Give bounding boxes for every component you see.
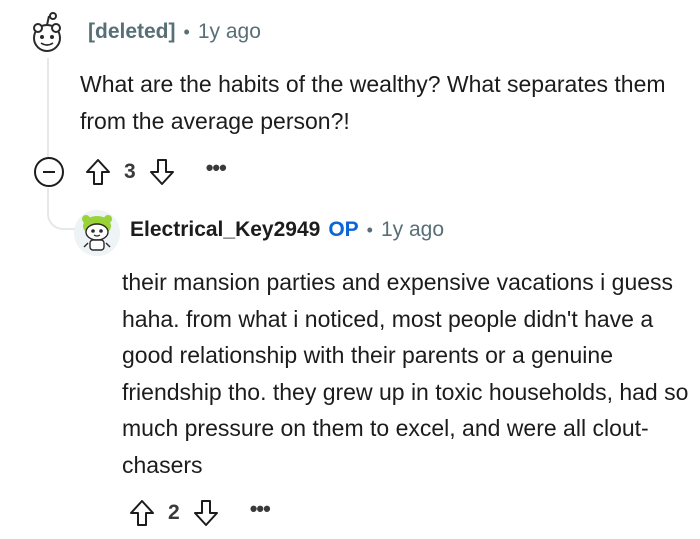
comment-meta: [deleted] • 1y ago xyxy=(88,20,261,44)
upvote-icon xyxy=(86,159,110,185)
reply-connector xyxy=(47,188,75,230)
comment-timestamp[interactable]: 1y ago xyxy=(381,218,444,242)
upvote-icon xyxy=(130,500,154,526)
comment-actions: 3 ••• xyxy=(34,157,227,187)
snoo-avatar-icon xyxy=(74,210,120,256)
upvote-button[interactable] xyxy=(84,157,112,187)
downvote-button[interactable] xyxy=(148,157,176,187)
comment-body: What are the habits of the wealthy? What… xyxy=(80,71,666,134)
comment-actions: 2 ••• xyxy=(128,498,271,528)
meta-separator: • xyxy=(183,22,190,42)
username-link[interactable]: Electrical_Key2949 xyxy=(130,218,320,242)
snoo-avatar-icon xyxy=(33,12,61,52)
comment-timestamp[interactable]: 1y ago xyxy=(198,20,261,44)
downvote-button[interactable] xyxy=(192,498,220,528)
op-user-avatar[interactable] xyxy=(74,210,120,256)
thread-line xyxy=(47,58,49,158)
downvote-icon xyxy=(193,500,218,526)
upvote-button[interactable] xyxy=(128,498,156,528)
comment-meta: Electrical_Key2949 OP • 1y ago xyxy=(130,218,444,242)
deleted-user-avatar[interactable] xyxy=(24,10,70,56)
vote-score: 3 xyxy=(124,160,136,183)
downvote-icon xyxy=(149,159,174,185)
vote-score: 2 xyxy=(168,501,180,524)
comment-body: their mansion parties and expensive vaca… xyxy=(122,269,689,478)
collapse-icon[interactable] xyxy=(34,157,64,187)
more-options-icon[interactable]: ••• xyxy=(250,498,271,522)
username-link[interactable]: [deleted] xyxy=(88,20,176,44)
more-options-icon[interactable]: ••• xyxy=(206,157,227,181)
op-badge: OP xyxy=(328,218,359,241)
meta-separator: • xyxy=(366,220,373,240)
